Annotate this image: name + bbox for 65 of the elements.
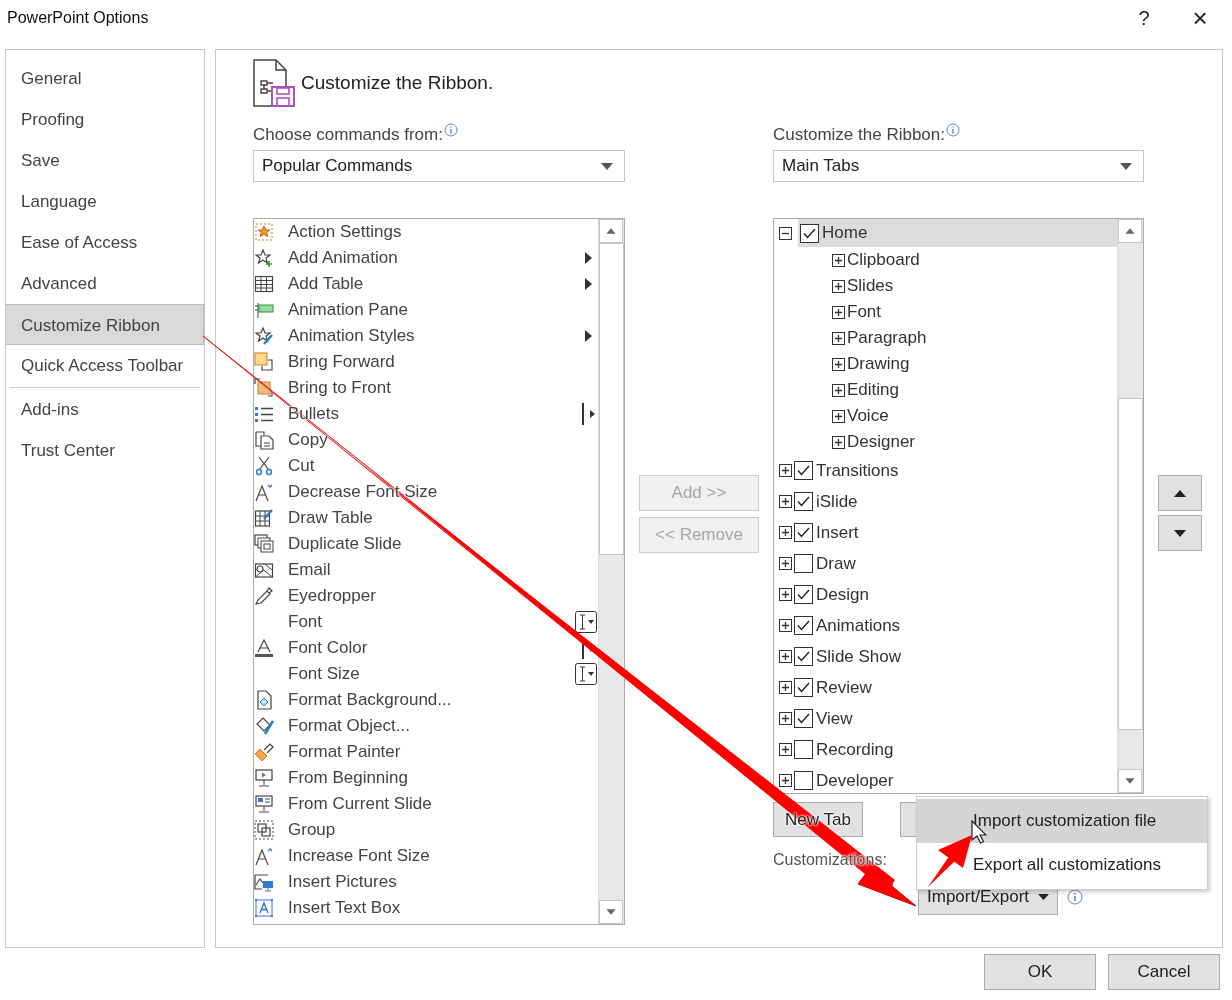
command-item[interactable]: Duplicate Slide [254, 531, 598, 557]
help-button[interactable]: ? [1126, 2, 1162, 34]
command-item[interactable]: Bring Forward [254, 349, 598, 375]
command-item[interactable]: Format Object... [254, 713, 598, 739]
sidebar-item[interactable]: Trust Center [6, 430, 204, 471]
command-item[interactable]: Font [254, 609, 598, 635]
command-item[interactable]: Cut [254, 453, 598, 479]
sidebar-item[interactable]: Language [6, 181, 204, 222]
tab-item[interactable]: Transitions [774, 455, 1117, 486]
command-item[interactable]: Animation Pane [254, 297, 598, 323]
command-item[interactable]: From Current Slide [254, 791, 598, 817]
tab-item[interactable]: View [774, 703, 1117, 734]
command-item[interactable]: Decrease Font Size [254, 479, 598, 505]
tab-item[interactable]: Design [774, 579, 1117, 610]
close-button[interactable]: × [1182, 2, 1218, 34]
sidebar-item[interactable]: Ease of Access [6, 222, 204, 263]
ribbon-subgroup-item[interactable]: Clipboard [774, 247, 1117, 273]
command-item[interactable]: Font Size [254, 661, 598, 687]
command-item[interactable]: Group [254, 817, 598, 843]
command-item[interactable]: Format Background... [254, 687, 598, 713]
ribbon-subgroup-item[interactable]: Font [774, 299, 1117, 325]
menu-item[interactable]: Import customization file [917, 799, 1207, 843]
tab-item[interactable]: Developer [774, 765, 1117, 793]
command-item[interactable]: Animation Styles [254, 323, 598, 349]
command-item[interactable]: Eyedropper [254, 583, 598, 609]
tab-item[interactable]: Slide Show [774, 641, 1117, 672]
sidebar-item[interactable]: Save [6, 140, 204, 181]
section-heading: Customize the Ribbon. [301, 72, 494, 94]
ribbon-dropdown[interactable]: Main Tabs [773, 150, 1144, 182]
tab-item[interactable]: Recording [774, 734, 1117, 765]
dialog-button[interactable]: OK [984, 954, 1096, 990]
command-item[interactable]: Action Settings [254, 219, 598, 245]
ribbon-subgroup-item[interactable]: Paragraph [774, 325, 1117, 351]
command-item[interactable]: Add Table [254, 271, 598, 297]
command-item[interactable]: Add Animation [254, 245, 598, 271]
window-title: PowerPoint Options [7, 9, 149, 27]
sidebar-item[interactable]: Quick Access Toolbar [6, 345, 204, 386]
sidebar-item[interactable]: Proofing [6, 99, 204, 140]
ribbon-subgroup-item[interactable]: Voice [774, 403, 1117, 429]
ribbon-label: Customize the Ribbon: [773, 125, 945, 145]
sidebar-item[interactable]: Advanced [6, 263, 204, 304]
commands-dropdown[interactable]: Popular Commands [253, 150, 625, 182]
ribbon-subgroup-item[interactable]: Designer [774, 429, 1117, 455]
commands-label: Choose commands from: [253, 125, 443, 145]
ribbon-subgroup-item[interactable]: Drawing [774, 351, 1117, 377]
ribbon-subgroup-item[interactable]: Editing [774, 377, 1117, 403]
tab-item[interactable]: Review [774, 672, 1117, 703]
command-item[interactable]: Format Painter [254, 739, 598, 765]
command-item[interactable]: Insert Text Box [254, 895, 598, 921]
tab-item[interactable]: Insert [774, 517, 1117, 548]
sidebar-item[interactable]: Customize Ribbon [6, 304, 204, 345]
sidebar-item[interactable]: Add-ins [6, 389, 204, 430]
command-item[interactable]: Increase Font Size [254, 843, 598, 869]
tab-item[interactable]: Draw [774, 548, 1117, 579]
ribbon-subgroup-item[interactable]: Slides [774, 273, 1117, 299]
command-item[interactable]: Insert Pictures [254, 869, 598, 895]
command-item[interactable]: Email [254, 557, 598, 583]
tab-item[interactable]: Animations [774, 610, 1117, 641]
command-item[interactable]: From Beginning [254, 765, 598, 791]
command-item[interactable]: Draw Table [254, 505, 598, 531]
sidebar-item[interactable]: General [6, 58, 204, 99]
dialog-button[interactable]: Cancel [1108, 954, 1220, 990]
command-item[interactable]: Bring to Front [254, 375, 598, 401]
command-item[interactable]: Copy [254, 427, 598, 453]
tab-item[interactable]: iSlide [774, 486, 1117, 517]
